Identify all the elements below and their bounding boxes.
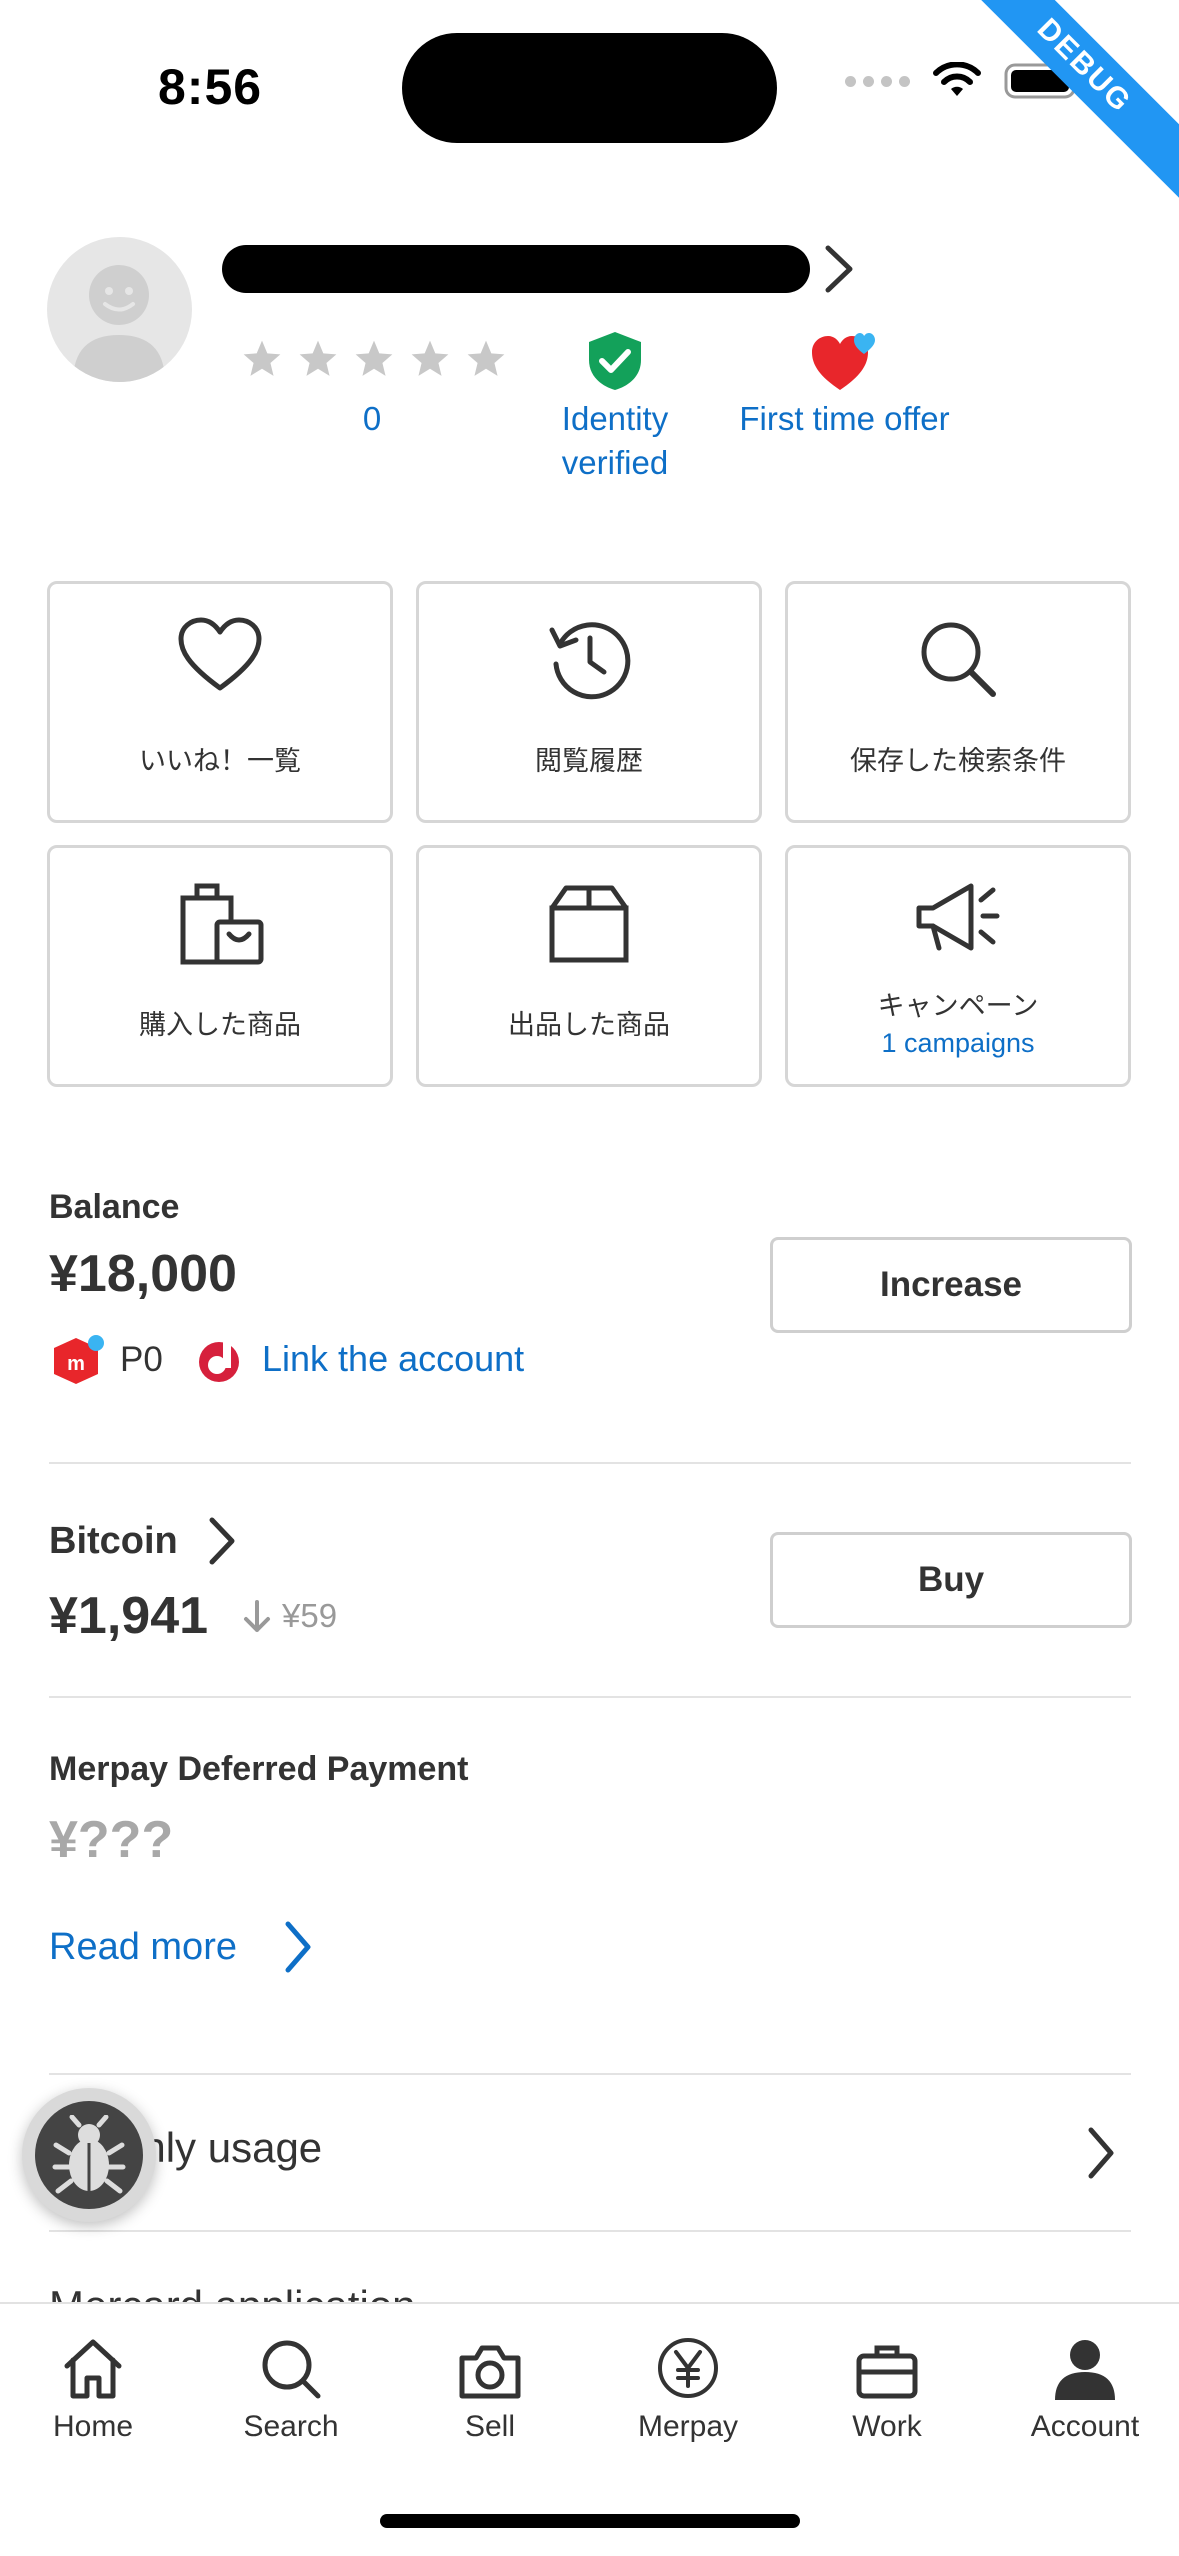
nav-work[interactable]: Work xyxy=(797,2328,977,2444)
tile-label: 保存した検索条件 xyxy=(850,746,1066,776)
tile-label: 閲覧履歴 xyxy=(535,746,643,776)
dynamic-island xyxy=(402,33,777,143)
nav-label: Merpay xyxy=(637,2410,739,2443)
deferred-payment-amount: ¥??? xyxy=(49,1811,174,1869)
nav-search[interactable]: Search xyxy=(201,2328,381,2444)
chevron-right-icon[interactable] xyxy=(1085,2126,1117,2180)
status-time: 8:56 xyxy=(158,59,263,115)
heart-offer-icon xyxy=(812,333,875,390)
tile-label: 出品した商品 xyxy=(508,1010,670,1040)
tile-label: キャンペーン xyxy=(877,991,1039,1021)
bitcoin-title[interactable]: Bitcoin xyxy=(49,1520,178,1563)
debug-banner: DEBUG xyxy=(948,0,1179,202)
avatar[interactable] xyxy=(47,237,192,382)
briefcase-icon xyxy=(856,2345,918,2399)
yen-icon xyxy=(658,2338,718,2398)
avatar-placeholder-icon xyxy=(73,265,165,382)
star-icon xyxy=(243,340,281,376)
star-icon xyxy=(299,340,337,376)
campaign-count: 1 campaigns xyxy=(881,1028,1035,1058)
identity-verified-label-line2: verified xyxy=(561,444,669,481)
rating-count[interactable]: 0 xyxy=(340,400,404,438)
nav-label: Work xyxy=(852,2410,922,2443)
balance-title: Balance xyxy=(49,1188,180,1226)
read-more-link[interactable]: Read more xyxy=(49,1926,237,1969)
star-icon xyxy=(411,340,449,376)
username-redacted[interactable] xyxy=(222,245,810,293)
tile-label: 購入した商品 xyxy=(139,1010,301,1040)
person-icon xyxy=(1055,2340,1115,2400)
search-icon xyxy=(921,622,996,697)
chevron-right-icon[interactable] xyxy=(820,244,856,294)
tile-likes[interactable]: いいね！一覧 xyxy=(47,581,393,823)
identity-verified-badge[interactable]: Identity verified xyxy=(535,397,695,485)
nav-sell[interactable]: Sell xyxy=(400,2328,580,2444)
divider xyxy=(49,2230,1131,2232)
rating-stars xyxy=(240,337,508,381)
buy-button[interactable]: Buy xyxy=(770,1532,1132,1628)
debug-bug-button[interactable] xyxy=(22,2088,156,2222)
tile-saved-searches[interactable]: 保存した検索条件 xyxy=(785,581,1131,823)
star-icon xyxy=(467,340,505,376)
shield-check-icon xyxy=(589,332,641,390)
search-icon xyxy=(262,2340,321,2399)
box-icon xyxy=(549,885,629,963)
megaphone-icon xyxy=(916,883,1000,951)
link-account-link[interactable]: Link the account xyxy=(262,1338,524,1380)
nav-label: Account xyxy=(1030,2410,1140,2443)
nav-account[interactable]: Account xyxy=(995,2328,1175,2444)
svg-text:m: m xyxy=(67,1353,85,1375)
star-icon xyxy=(355,340,393,376)
tile-listed[interactable]: 出品した商品 xyxy=(416,845,762,1087)
bitcoin-amount: ¥1,941 xyxy=(49,1587,209,1645)
home-icon xyxy=(64,2339,122,2399)
tile-purchased[interactable]: 購入した商品 xyxy=(47,845,393,1087)
shopping-bag-icon xyxy=(180,883,264,965)
tile-campaigns[interactable]: キャンペーン 1 campaigns xyxy=(785,845,1131,1087)
divider xyxy=(49,1462,1131,1464)
bug-icon xyxy=(52,2115,126,2194)
camera-icon xyxy=(459,2345,521,2399)
history-icon xyxy=(549,622,631,700)
d-account-icon xyxy=(199,1340,239,1382)
tile-label: いいね！一覧 xyxy=(139,746,301,776)
points-value: P0 xyxy=(120,1340,163,1379)
cellular-signal-icon xyxy=(845,75,910,87)
home-indicator xyxy=(380,2514,800,2528)
merpay-points-icon: m xyxy=(54,1335,104,1384)
identity-verified-label-line1: Identity xyxy=(561,400,669,437)
chevron-right-icon[interactable] xyxy=(206,1516,238,1566)
nav-home[interactable]: Home xyxy=(3,2328,183,2444)
divider xyxy=(49,2073,1131,2075)
nav-label: Search xyxy=(243,2410,339,2443)
nav-merpay[interactable]: Merpay xyxy=(598,2328,778,2444)
nav-label: Home xyxy=(52,2410,134,2443)
nav-label: Sell xyxy=(464,2410,516,2443)
balance-amount: ¥18,000 xyxy=(49,1245,237,1303)
chevron-right-icon[interactable] xyxy=(282,1920,314,1974)
heart-icon xyxy=(178,617,262,691)
bitcoin-change: ¥59 xyxy=(282,1597,338,1634)
first-time-offer-badge[interactable]: First time offer xyxy=(722,397,967,441)
wifi-icon xyxy=(933,62,981,96)
increase-button[interactable]: Increase xyxy=(770,1237,1132,1333)
arrow-down-icon xyxy=(244,1600,270,1632)
deferred-payment-title: Merpay Deferred Payment xyxy=(49,1750,469,1788)
tile-history[interactable]: 閲覧履歴 xyxy=(416,581,762,823)
divider xyxy=(49,1696,1131,1698)
